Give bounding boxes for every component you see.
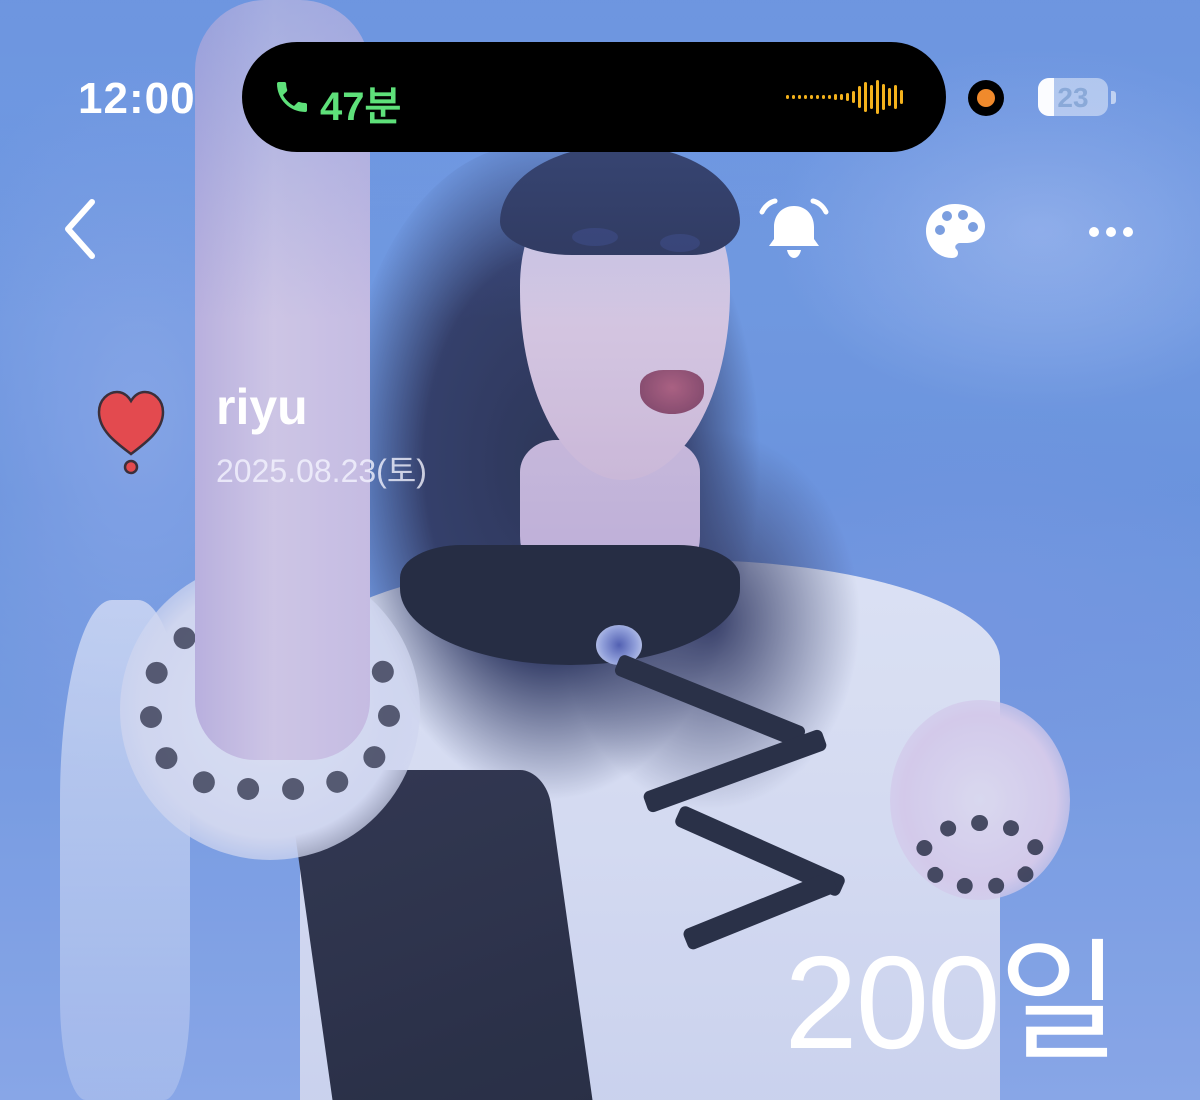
recording-indicator-icon — [968, 80, 1004, 116]
status-time: 12:00 — [78, 74, 196, 123]
battery-icon: 23 — [1038, 78, 1108, 116]
back-button[interactable] — [56, 196, 108, 262]
profile-name: riyu — [216, 379, 308, 435]
bell-icon — [759, 198, 829, 258]
battery-cap — [1111, 91, 1116, 104]
audio-waveform-icon — [786, 80, 903, 114]
ellipsis-icon — [1089, 227, 1133, 237]
palette-icon — [926, 204, 985, 258]
heart-exclamation-icon — [97, 390, 165, 475]
theme-button[interactable] — [922, 200, 988, 264]
phone-icon — [277, 82, 307, 112]
anniversary-date: 2025.08.23(토) — [216, 453, 427, 489]
battery-level: 23 — [1057, 82, 1089, 113]
dday-counter: 200일 — [784, 929, 1120, 1076]
notification-button[interactable] — [756, 198, 832, 262]
call-duration: 47분 — [320, 85, 402, 129]
more-button[interactable] — [1082, 214, 1148, 250]
dynamic-island[interactable]: 47분 — [242, 42, 946, 152]
chevron-left-icon — [65, 199, 95, 259]
